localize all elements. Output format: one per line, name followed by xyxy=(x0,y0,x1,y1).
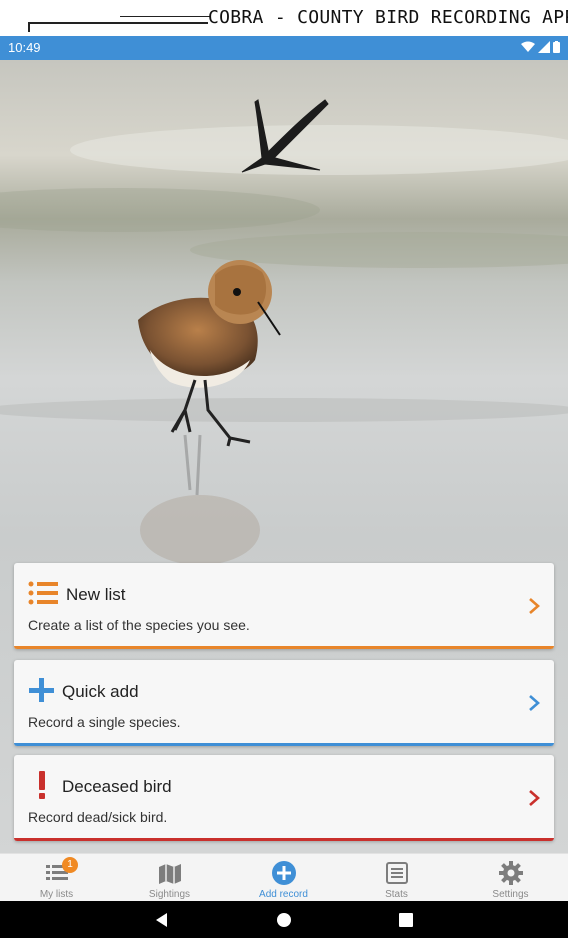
nav-stats[interactable]: Stats xyxy=(340,854,453,902)
quick-add-title: Quick add xyxy=(62,682,139,701)
logo-decoration xyxy=(28,22,30,32)
new-list-card[interactable]: New list Create a list of the species yo… xyxy=(14,563,554,649)
status-bar: 10:49 xyxy=(0,36,568,60)
recents-icon[interactable] xyxy=(396,910,416,930)
nav-label: Sightings xyxy=(148,889,191,900)
new-list-subtitle: Create a list of the species you see. xyxy=(28,617,250,633)
status-icons xyxy=(521,41,560,53)
deceased-bird-subtitle: Record dead/sick bird. xyxy=(28,809,168,825)
nav-settings[interactable]: Settings xyxy=(454,854,567,902)
home-icon[interactable] xyxy=(274,910,294,930)
nav-label: Add record xyxy=(259,889,308,900)
chevron-right-icon xyxy=(529,598,540,614)
new-list-title: New list xyxy=(66,585,126,604)
nav-add-record[interactable]: Add record xyxy=(227,854,340,902)
system-navigation-bar xyxy=(0,901,568,938)
back-icon[interactable] xyxy=(152,910,172,930)
app-logo-text: COBRA - COUNTY BIRD RECORDING APPIC xyxy=(208,7,568,28)
nav-label: Settings xyxy=(492,889,529,900)
app-logo-banner: COBRA - COUNTY BIRD RECORDING APPIC xyxy=(0,0,568,36)
card-accent-bar xyxy=(14,838,554,841)
my-lists-badge: 1 xyxy=(62,857,78,873)
map-icon xyxy=(158,864,181,884)
battery-icon xyxy=(553,41,560,53)
quick-add-subtitle: Record a single species. xyxy=(28,714,181,730)
logo-decoration xyxy=(120,16,210,17)
status-time: 10:49 xyxy=(8,40,41,55)
gear-icon xyxy=(498,861,523,885)
list-icon xyxy=(28,581,58,605)
nav-label: Stats xyxy=(385,889,408,900)
chevron-right-icon xyxy=(529,695,540,711)
stats-icon xyxy=(385,862,408,884)
nav-label: My lists xyxy=(39,889,74,900)
add-circle-icon xyxy=(271,861,296,885)
nav-sightings[interactable]: Sightings xyxy=(113,854,226,902)
deceased-bird-card[interactable]: Deceased bird Record dead/sick bird. xyxy=(14,755,554,841)
card-accent-bar xyxy=(14,743,554,746)
plus-icon xyxy=(29,678,54,702)
card-accent-bar xyxy=(14,646,554,649)
chevron-right-icon xyxy=(529,790,540,806)
bottom-navigation: 1 My lists Sightings Add record Stats Se… xyxy=(0,853,568,902)
wifi-icon xyxy=(521,41,535,52)
quick-add-card[interactable]: Quick add Record a single species. xyxy=(14,660,554,746)
logo-decoration xyxy=(28,22,208,24)
signal-icon xyxy=(538,41,550,53)
deceased-bird-title: Deceased bird xyxy=(62,777,172,796)
nav-my-lists[interactable]: 1 My lists xyxy=(0,854,113,902)
exclamation-icon xyxy=(39,771,45,799)
